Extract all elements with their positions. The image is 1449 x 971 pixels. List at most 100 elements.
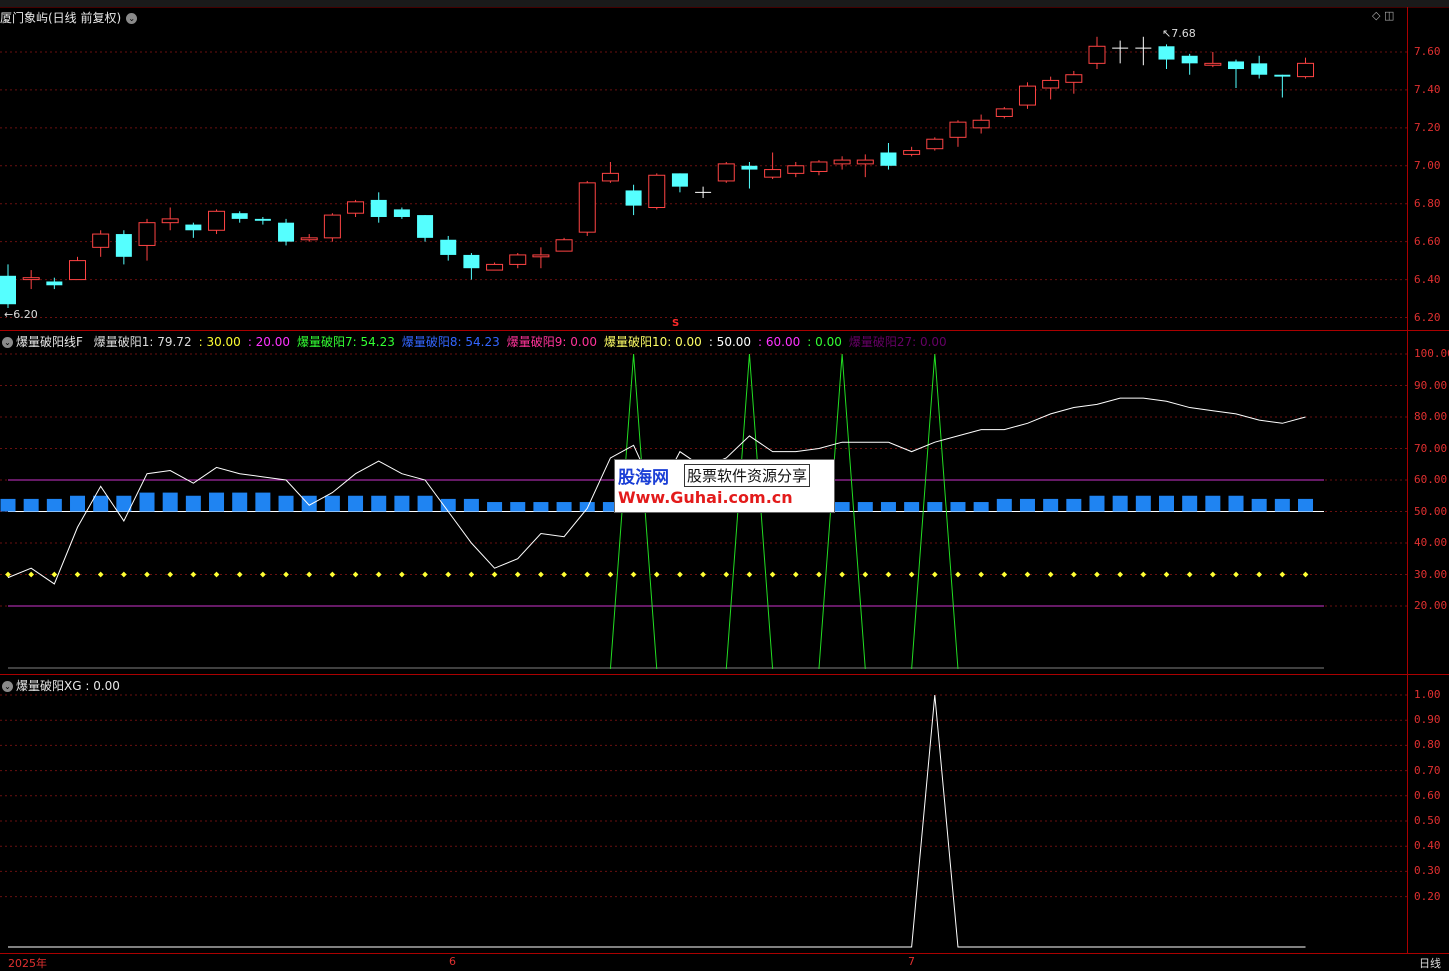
indicator-bar — [0, 498, 16, 512]
axis-tick-label: 30.00 — [1414, 567, 1448, 581]
xg-panel: ⌄ 爆量破阳XG : 0.00 — [0, 675, 1407, 953]
candle-body — [300, 237, 318, 241]
indicator-bar — [278, 495, 294, 512]
level-dot — [584, 571, 591, 578]
indicator-bar — [510, 502, 526, 512]
axis-tick-label: 100.00 — [1414, 347, 1449, 360]
date-label-july: 7 — [908, 955, 915, 968]
candle-body — [1042, 79, 1060, 89]
candle-body — [486, 263, 504, 271]
level-dot — [375, 571, 382, 578]
candle-body — [532, 254, 550, 258]
level-dot — [538, 571, 544, 578]
candle-body — [254, 218, 271, 221]
level-dot — [121, 571, 127, 578]
level-dot — [746, 571, 753, 578]
candle-body — [949, 121, 967, 138]
level-dot — [468, 571, 475, 578]
level-dot — [1302, 571, 1309, 578]
level-dot — [167, 571, 174, 578]
indicator-bar — [1089, 495, 1105, 512]
axis-tick-label: 7.00 — [1414, 158, 1441, 172]
indicator-bar — [1159, 495, 1174, 512]
level-dot — [491, 571, 498, 578]
candle-body — [903, 150, 921, 155]
axis-tick-label: 60.00 — [1414, 473, 1448, 486]
candle-body — [231, 213, 248, 219]
level-dot — [28, 571, 34, 578]
level-dot — [653, 571, 660, 578]
candle-body — [578, 182, 596, 233]
axis-tick-label: 7.40 — [1414, 82, 1441, 96]
indicator-bar — [533, 502, 549, 512]
candle-body — [185, 224, 202, 231]
candle-body — [69, 260, 87, 281]
level-dot — [978, 571, 984, 578]
level-dot — [74, 571, 81, 578]
axis-tick-label: 7.60 — [1414, 44, 1441, 58]
level-dot — [839, 571, 845, 578]
high-price-label: ↖7.68 — [1162, 27, 1196, 40]
candle-body — [1297, 62, 1315, 78]
candle-body — [787, 165, 805, 174]
candle-body — [1158, 46, 1175, 60]
candle-body — [92, 233, 110, 248]
level-dot — [1070, 571, 1077, 578]
watermark-brand: 股海网 — [618, 468, 669, 488]
candle-body — [208, 210, 226, 231]
watermark: 股海网 股票软件资源分享 Www.Guhai.com.cn — [614, 459, 835, 513]
level-dot — [422, 571, 428, 578]
level-dot — [1186, 571, 1193, 578]
level-dot — [236, 571, 243, 578]
indicator-bar — [1274, 498, 1290, 512]
candle-body — [417, 215, 434, 238]
candle-body — [463, 254, 480, 269]
candle-body — [1065, 74, 1083, 83]
candle-body — [278, 222, 295, 242]
indicator-bar — [23, 498, 39, 512]
candle-body — [880, 152, 897, 166]
axis-tick-label: 80.00 — [1414, 410, 1448, 423]
indicator-bar — [487, 502, 503, 512]
indicator-bar — [463, 498, 479, 512]
indicator-bar — [1298, 498, 1314, 512]
level-dot — [51, 571, 58, 578]
axis-tick-label: 6.20 — [1414, 310, 1441, 324]
candle-body — [671, 173, 688, 187]
axis-tick-label: 0.80 — [1414, 738, 1441, 752]
indicator-bar — [162, 492, 178, 512]
level-dot — [561, 571, 567, 578]
indicator-bar — [1228, 495, 1244, 512]
indicator-bar — [834, 502, 850, 512]
indicator-bar — [93, 495, 109, 512]
xg-chart — [0, 694, 1407, 948]
level-dot — [190, 571, 197, 578]
indicator-bar — [255, 492, 271, 512]
indicator-bar — [46, 498, 62, 512]
indicator-bar — [857, 502, 873, 512]
candle-body — [138, 222, 156, 246]
axis-tick-label: 50.00 — [1414, 504, 1448, 518]
candle-body — [347, 201, 365, 214]
candle-body — [22, 277, 40, 281]
level-dot — [283, 571, 289, 578]
level-dot — [1256, 571, 1263, 578]
level-dot — [260, 571, 266, 578]
candle-body — [323, 214, 341, 239]
level-dot — [862, 571, 869, 578]
level-dot — [1163, 571, 1170, 578]
level-dot — [213, 571, 220, 578]
candle-body — [440, 239, 457, 255]
indicator-bar — [232, 492, 248, 512]
candle-body — [717, 163, 735, 182]
level-dot — [885, 571, 892, 578]
indicator-bar — [371, 495, 387, 512]
candle-body — [46, 281, 63, 286]
price-panel: 厦门象屿(日线 前复权) ⌄ ↖7.68 ←6.20 S — [0, 7, 1407, 330]
price-axis-controls[interactable]: ◇ ◫ — [1372, 9, 1394, 22]
candle-body — [995, 108, 1013, 117]
date-label-june: 6 — [449, 955, 456, 968]
indicator-bar — [324, 495, 340, 512]
candle-body — [856, 159, 874, 165]
level-dot — [1140, 571, 1147, 578]
